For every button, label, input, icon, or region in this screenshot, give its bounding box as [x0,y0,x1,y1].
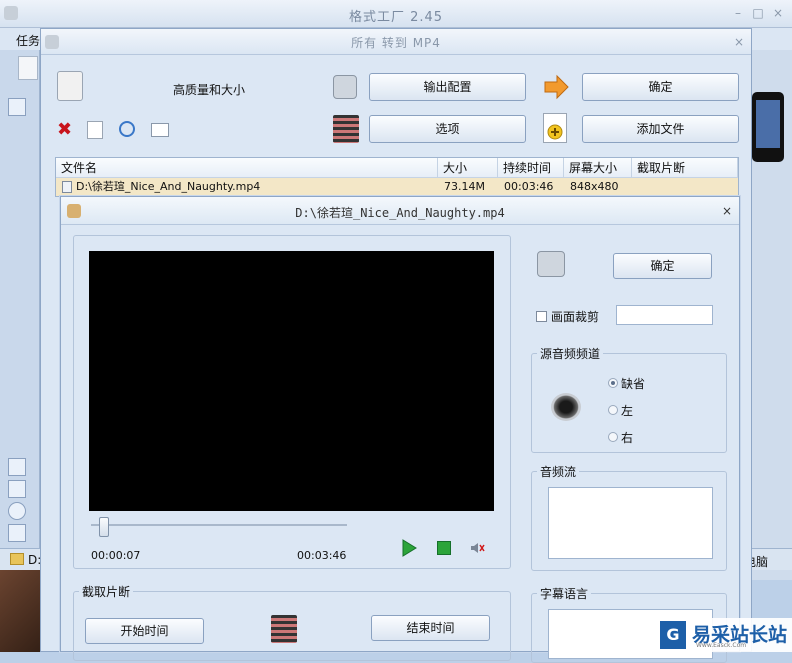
music-category-icon[interactable] [8,458,26,476]
toolbar-doc-icon[interactable] [18,56,38,80]
current-time: 00:00:07 [91,549,141,562]
column-header-clip[interactable]: 截取片断 [632,158,738,178]
disc-category-icon[interactable] [8,502,26,520]
clip-section-title: 截取片断 [79,583,134,600]
total-time: 00:03:46 [297,549,347,562]
crop-checkbox[interactable] [536,311,547,322]
speaker-icon [551,393,581,421]
mp4-format-icon [57,71,83,101]
convert-dialog-close-icon[interactable]: × [731,34,747,50]
main-title-bar: 格式工厂 2.45 – □ × [0,0,792,28]
column-header-filename[interactable]: 文件名 [56,158,438,178]
clip-dialog-close-icon[interactable]: × [719,203,735,219]
film-scissors-icon [333,115,359,143]
left-category-rail [0,50,40,580]
tools-category-icon[interactable] [8,524,26,542]
end-time-button[interactable]: 结束时间 [371,615,490,641]
start-time-button[interactable]: 开始时间 [85,618,204,644]
video-preview[interactable] [89,251,494,511]
audio-channel-title: 源音频频道 [537,345,604,362]
audio-stream-title: 音频流 [537,463,580,480]
channel-left-radio[interactable] [608,405,618,415]
channel-default-label: 缺省 [621,377,646,391]
clip-dialog: D:\徐若瑄_Nice_And_Naughty.mp4 × 00:00:07 0… [60,196,740,663]
media-info-icon[interactable] [151,123,169,137]
output-config-button[interactable]: 输出配置 [369,73,526,101]
channel-default-radio[interactable] [608,378,618,388]
folder-icon [10,553,24,565]
channel-left-label: 左 [621,404,634,418]
seek-slider-thumb[interactable] [98,517,109,537]
file-list[interactable]: 文件名 大小 持续时间 屏幕大小 截取片断 D:\徐若瑄_Nice_And_Na… [55,157,739,197]
phone-device-icon [752,92,784,162]
audio-stream-list[interactable] [548,487,713,559]
seek-track[interactable] [91,524,347,526]
channel-right-radio[interactable] [608,432,618,442]
row-screen: 848x480 [570,180,619,193]
watermark: G 易采站长站 Www.Easck.Com [656,618,792,652]
row-size: 73.14M [444,180,485,193]
delete-icon[interactable]: ✖ [57,121,75,139]
channel-right-label: 右 [621,431,634,445]
row-filename: D:\徐若瑄_Nice_And_Naughty.mp4 [76,180,261,193]
watermark-subtext: Www.Easck.Com [696,642,747,649]
clip-ok-button[interactable]: 确定 [613,253,712,279]
clip-dialog-titlebar: D:\徐若瑄_Nice_And_Naughty.mp4 × [61,197,739,225]
maximize-icon[interactable]: □ [750,5,766,21]
clip-film-icon [271,615,297,643]
crop-input[interactable] [616,305,713,325]
settings-disc-icon [537,251,565,277]
minimize-icon[interactable]: – [730,5,746,21]
menu-task[interactable]: 任务 [16,32,40,49]
main-window-title: 格式工厂 2.45 [348,10,444,25]
arrow-right-icon [543,73,569,101]
watermark-logo-icon: G [660,621,686,649]
play-icon[interactable] [401,539,417,557]
quality-label: 高质量和大小 [173,83,246,97]
ok-button[interactable]: 确定 [582,73,739,101]
video-category-icon[interactable] [8,98,26,116]
column-header-screen[interactable]: 屏幕大小 [564,158,632,178]
convert-dialog-title: 所有 转到 MP4 [351,36,441,50]
add-file-button[interactable]: 添加文件 [582,115,739,143]
mute-icon[interactable] [469,540,485,556]
close-icon[interactable]: × [770,5,786,21]
column-header-size[interactable]: 大小 [438,158,498,178]
options-button[interactable]: 选项 [369,115,526,143]
play-preview-icon[interactable] [119,121,135,137]
output-config-icon [333,75,357,99]
row-clip [634,179,734,195]
row-duration: 00:03:46 [504,180,554,193]
crop-label: 画面裁剪 [551,310,600,324]
convert-dialog-titlebar: 所有 转到 MP4 × [41,29,751,55]
subtitle-title: 字幕语言 [537,585,592,602]
clear-list-icon[interactable] [87,121,103,139]
add-file-icon [543,113,567,143]
stop-icon[interactable] [437,541,451,555]
clip-dialog-title: D:\徐若瑄_Nice_And_Naughty.mp4 [295,206,505,220]
image-category-icon[interactable] [8,480,26,498]
column-header-duration[interactable]: 持续时间 [498,158,564,178]
file-icon [62,181,72,193]
